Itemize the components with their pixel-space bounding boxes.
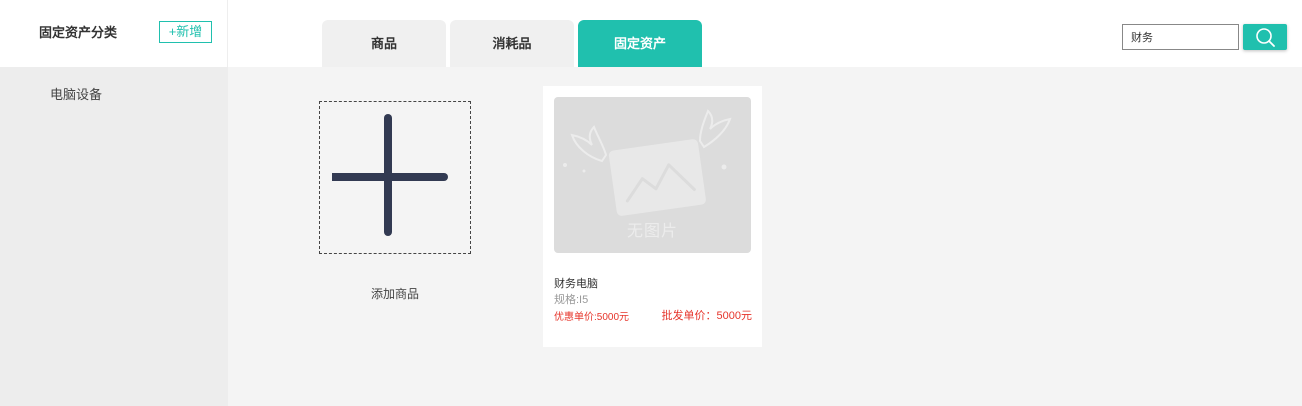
main-content: 添加商品 无图片 财务电脑 规格:I5 优惠单价:5000元 批发单价：5000…: [228, 67, 1302, 406]
sidebar-title: 固定资产分类: [39, 25, 118, 40]
sidebar-header: 固定资产分类 +新增: [0, 0, 228, 67]
search-icon: [1256, 28, 1275, 47]
product-name: 财务电脑: [554, 278, 598, 290]
product-spec: 规格:I5: [554, 294, 589, 306]
product-wholesale-price: 批发单价：5000元: [661, 310, 752, 322]
product-image-placeholder: 无图片: [554, 97, 751, 253]
tab-fixed-assets[interactable]: 固定资产: [578, 20, 702, 67]
no-image-text: 无图片: [626, 223, 678, 240]
product-discount-price: 优惠单价:5000元: [554, 312, 630, 323]
sidebar: 电脑设备: [0, 67, 228, 406]
plus-icon: [332, 114, 448, 236]
search-button[interactable]: [1243, 24, 1287, 50]
search-input[interactable]: [1122, 24, 1239, 50]
add-product-label: 添加商品: [370, 287, 419, 301]
add-product-button[interactable]: [319, 101, 471, 254]
tab-consumables[interactable]: 消耗品: [450, 20, 574, 67]
tab-goods[interactable]: 商品: [322, 20, 446, 67]
add-category-button[interactable]: +新增: [159, 21, 212, 43]
sidebar-item-computer-equipment[interactable]: 电脑设备: [50, 84, 102, 103]
product-card[interactable]: 无图片 财务电脑 规格:I5 优惠单价:5000元 批发单价：5000元: [543, 86, 762, 347]
